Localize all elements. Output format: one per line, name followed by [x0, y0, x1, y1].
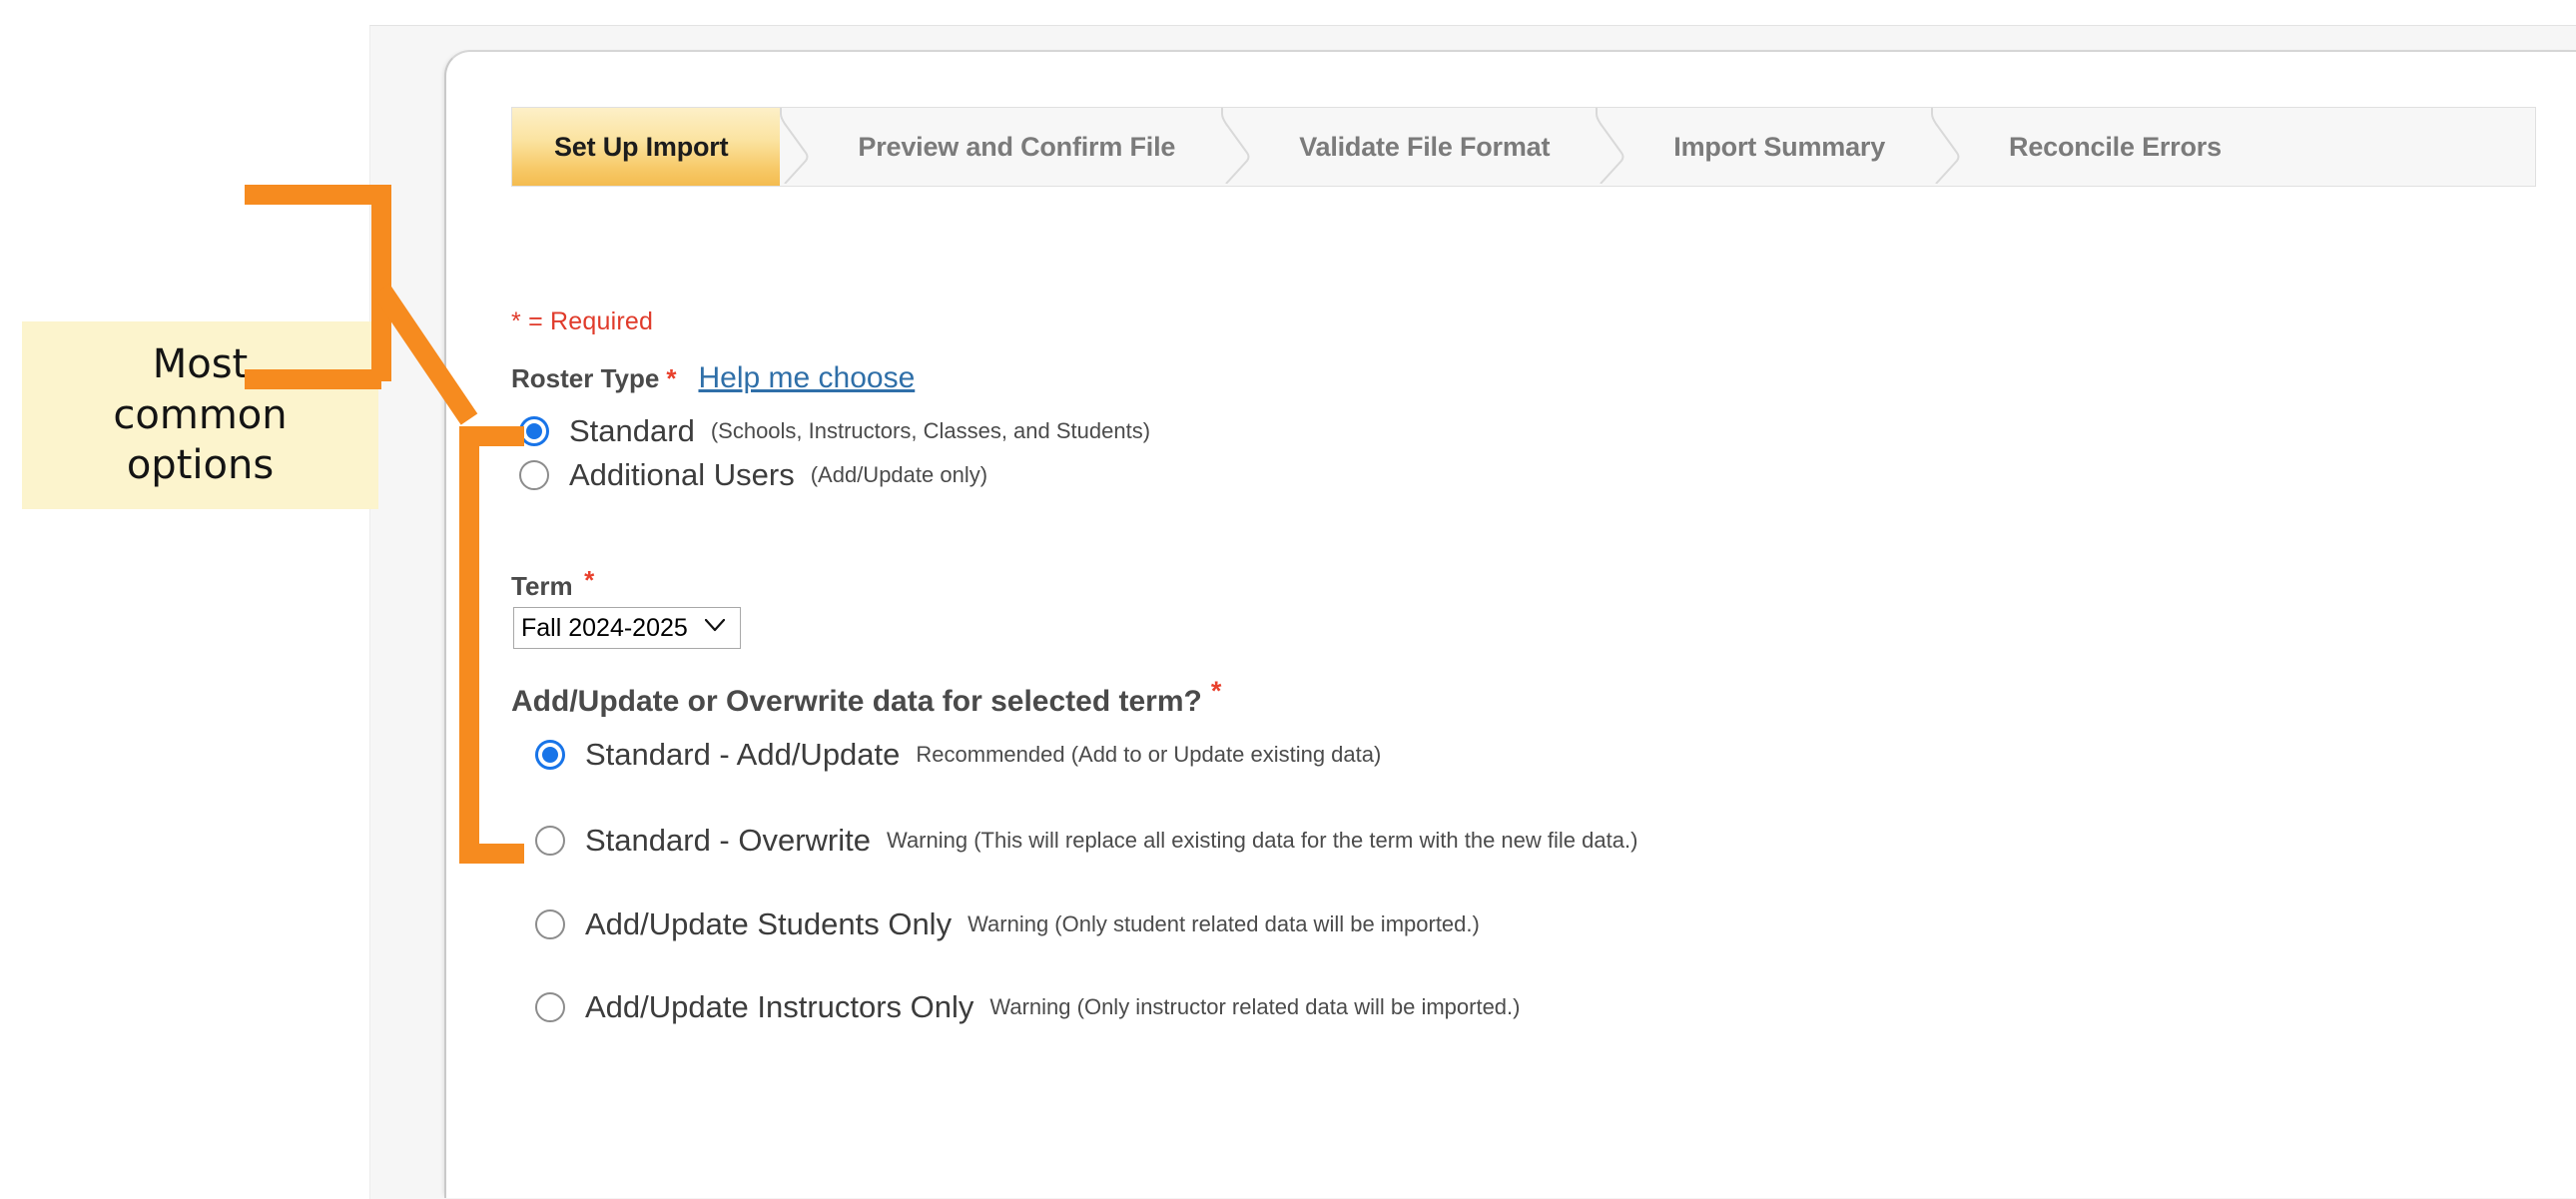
option-label: Additional Users	[569, 457, 795, 492]
wizard-step-label: Set Up Import	[554, 131, 729, 162]
wizard-step-label: Validate File Format	[1299, 131, 1551, 162]
roster-type-label: Roster Type	[511, 363, 660, 393]
required-asterisk-icon: *	[584, 564, 595, 595]
callout-line-2: common	[113, 391, 288, 438]
chevron-separator-icon	[1221, 108, 1255, 186]
roster-type-field: Roster Type * Help me choose	[511, 361, 916, 395]
option-note: Warning (Only instructor related data wi…	[989, 994, 1521, 1019]
required-legend: * = Required	[511, 307, 654, 335]
roster-type-option-standard[interactable]: Standard (Schools, Instructors, Classes,…	[519, 413, 1150, 449]
overwrite-question-text: Add/Update or Overwrite data for selecte…	[511, 685, 1202, 718]
page-root: Set Up Import Preview and Confirm File V…	[0, 0, 2576, 1199]
radio-button-icon[interactable]	[535, 740, 565, 770]
overwrite-question-heading: Add/Update or Overwrite data for selecte…	[511, 678, 1221, 719]
radio-button-icon[interactable]	[519, 460, 549, 490]
wizard-step-preview-and-confirm-file[interactable]: Preview and Confirm File	[814, 108, 1222, 186]
wizard-step-label: Preview and Confirm File	[858, 131, 1176, 162]
option-note: Recommended (Add to or Update existing d…	[916, 742, 1382, 767]
option-label: Standard	[569, 413, 695, 448]
callout-line-3: options	[126, 442, 275, 489]
wizard-step-import-summary[interactable]: Import Summary	[1629, 108, 1932, 186]
chevron-separator-icon	[780, 108, 814, 186]
wizard-step-bar: Set Up Import Preview and Confirm File V…	[511, 107, 2536, 187]
radio-button-icon[interactable]	[535, 992, 565, 1022]
roster-type-option-additional-users[interactable]: Additional Users (Add/Update only)	[519, 457, 987, 493]
radio-button-icon[interactable]	[535, 826, 565, 856]
option-note: Warning (This will replace all existing …	[887, 828, 1638, 853]
option-label: Add/Update Students Only	[585, 906, 953, 941]
content-card: Set Up Import Preview and Confirm File V…	[444, 50, 2576, 1198]
option-note: (Add/Update only)	[810, 462, 988, 487]
annotation-callout-text: Most common options	[113, 339, 287, 490]
term-label: Term	[511, 571, 573, 601]
required-asterisk-icon: *	[1210, 676, 1222, 706]
chevron-separator-icon	[1596, 108, 1629, 186]
term-select[interactable]: Fall 2024-2025	[513, 607, 741, 649]
option-note: (Schools, Instructors, Classes, and Stud…	[710, 418, 1151, 443]
help-me-choose-link[interactable]: Help me choose	[698, 361, 915, 395]
term-field-label-wrap: Term *	[511, 567, 594, 602]
annotation-callout: Most common options	[22, 321, 378, 509]
overwrite-option-standard-add-update[interactable]: Standard - Add/Update Recommended (Add t…	[535, 737, 1381, 773]
overwrite-option-add-update-students-only[interactable]: Add/Update Students Only Warning (Only s…	[535, 906, 1480, 942]
overwrite-option-add-update-instructors-only[interactable]: Add/Update Instructors Only Warning (Onl…	[535, 989, 1520, 1025]
option-note: Warning (Only student related data will …	[967, 911, 1480, 936]
wizard-step-validate-file-format[interactable]: Validate File Format	[1255, 108, 1597, 186]
wizard-step-label: Reconcile Errors	[2009, 131, 2222, 162]
term-select-wrapper: Fall 2024-2025	[513, 607, 741, 649]
wizard-step-reconcile-errors[interactable]: Reconcile Errors	[1965, 108, 2267, 186]
option-label: Standard - Overwrite	[585, 823, 871, 858]
callout-line-1: Most	[152, 341, 249, 388]
option-label: Standard - Add/Update	[585, 737, 901, 772]
radio-button-icon[interactable]	[535, 909, 565, 939]
import-setup-form: * = Required Roster Type * Help me choos…	[511, 202, 2546, 1198]
option-label: Add/Update Instructors Only	[585, 989, 974, 1024]
overwrite-option-standard-overwrite[interactable]: Standard - Overwrite Warning (This will …	[535, 823, 1637, 859]
radio-button-icon[interactable]	[519, 416, 549, 446]
wizard-step-set-up-import[interactable]: Set Up Import	[512, 108, 781, 186]
chevron-separator-icon	[1931, 108, 1965, 186]
wizard-step-label: Import Summary	[1673, 131, 1886, 162]
